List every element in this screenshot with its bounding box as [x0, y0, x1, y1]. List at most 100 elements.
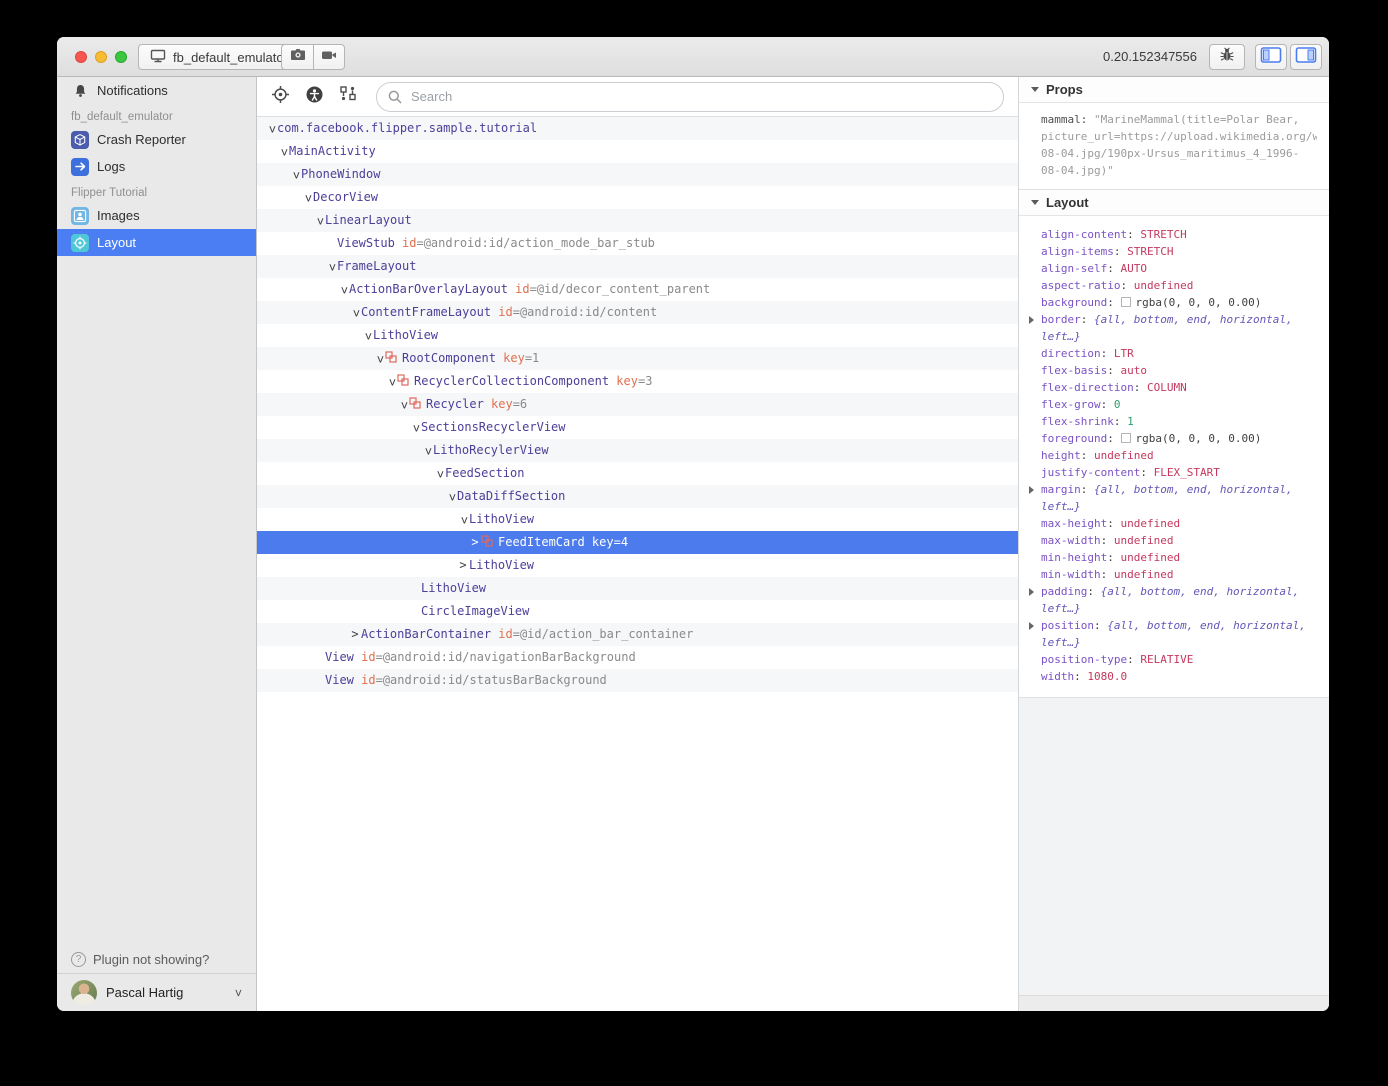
- chevron-expanded-icon[interactable]: >: [356, 330, 379, 342]
- tree-row-datadiffsection[interactable]: >DataDiffSection: [257, 485, 1018, 508]
- tree-row-lithoview[interactable]: LithoView: [257, 577, 1018, 600]
- tree-row-actionbaroverlaylayout[interactable]: >ActionBarOverlayLayout id=@id/decor_con…: [257, 278, 1018, 301]
- layout-prop-width: width: 1080.0: [1041, 668, 1307, 685]
- chevron-expanded-icon[interactable]: >: [260, 123, 283, 135]
- prop-key: padding: [1041, 585, 1087, 598]
- layout-prop-background: background: rgba(0, 0, 0, 0.00): [1041, 294, 1307, 311]
- props-section-header[interactable]: Props: [1019, 77, 1329, 103]
- prop-value: LTR: [1114, 347, 1134, 360]
- layout-prop-border[interactable]: border: {all, bottom, end, horizontal, l…: [1041, 311, 1307, 345]
- tree-row-circleimageview[interactable]: CircleImageView: [257, 600, 1018, 623]
- chevron-collapsed-icon[interactable]: >: [349, 623, 361, 646]
- element-name: ActionBarOverlayLayout: [349, 282, 508, 296]
- layout-prop-margin[interactable]: margin: {all, bottom, end, horizontal, l…: [1041, 481, 1307, 515]
- chevron-expanded-icon[interactable]: >: [440, 491, 463, 503]
- toggle-left-sidebar-button[interactable]: [1255, 44, 1287, 70]
- chevron-expanded-icon[interactable]: >: [404, 422, 427, 434]
- tree-row-contentframelayout[interactable]: >ContentFrameLayout id=@android:id/conte…: [257, 301, 1018, 324]
- color-swatch[interactable]: [1121, 433, 1131, 443]
- prop-key: background: [1041, 296, 1107, 309]
- plugin-help-link[interactable]: ? Plugin not showing?: [57, 945, 256, 973]
- tree-row-lithorecylerview[interactable]: >LithoRecylerView: [257, 439, 1018, 462]
- chevron-expanded-icon[interactable]: >: [296, 192, 319, 204]
- layout-prop-min-width: min-width: undefined: [1041, 566, 1307, 583]
- chevron-expanded-icon[interactable]: >: [308, 215, 331, 227]
- element-name: FeedItemCard: [498, 535, 585, 549]
- tree-row-rootcomponent[interactable]: >RootComponent key=1: [257, 347, 1018, 370]
- bell-icon: [71, 82, 89, 100]
- device-selector[interactable]: fb_default_emulator: [138, 44, 299, 70]
- zoom-button[interactable]: [115, 51, 127, 63]
- panel-right-icon: [1295, 46, 1317, 69]
- element-name: LinearLayout: [325, 213, 412, 227]
- expand-triangle-icon[interactable]: [1029, 316, 1034, 324]
- flipper-window: fb_default_emulator 0.20.152347556: [57, 37, 1329, 1011]
- prop-value: rgba(0, 0, 0, 0.00): [1135, 432, 1261, 445]
- color-swatch[interactable]: [1121, 297, 1131, 307]
- user-menu[interactable]: Pascal Hartig >: [57, 973, 256, 1011]
- tree-row-decorview[interactable]: >DecorView: [257, 186, 1018, 209]
- sidebar-item-layout[interactable]: Layout: [57, 229, 256, 256]
- minimize-button[interactable]: [95, 51, 107, 63]
- tree-mode-button[interactable]: [339, 85, 357, 108]
- tree-row-actionbarcontainer[interactable]: >ActionBarContainer id=@id/action_bar_co…: [257, 623, 1018, 646]
- expand-triangle-icon[interactable]: [1029, 588, 1034, 596]
- bug-report-button[interactable]: [1209, 44, 1245, 70]
- sidebar-item-notifications[interactable]: Notifications: [57, 77, 256, 104]
- expand-triangle-icon[interactable]: [1029, 486, 1034, 494]
- prop-value: 0: [1114, 398, 1121, 411]
- toggle-right-sidebar-button[interactable]: [1290, 44, 1322, 70]
- chevron-expanded-icon[interactable]: >: [368, 353, 391, 365]
- layout-section-header[interactable]: Layout: [1019, 190, 1329, 216]
- chevron-expanded-icon[interactable]: >: [380, 376, 403, 388]
- layout-prop-position[interactable]: position: {all, bottom, end, horizontal,…: [1041, 617, 1307, 651]
- tree-row-recyclercollectioncomponent[interactable]: >RecyclerCollectionComponent key=3: [257, 370, 1018, 393]
- tree-row-sectionsrecyclerview[interactable]: >SectionsRecyclerView: [257, 416, 1018, 439]
- close-button[interactable]: [75, 51, 87, 63]
- prop-key: margin: [1041, 483, 1081, 496]
- element-name: View: [325, 673, 354, 687]
- search-input[interactable]: [376, 82, 1004, 112]
- chevron-expanded-icon[interactable]: >: [284, 169, 307, 181]
- tree-row-view[interactable]: View id=@android:id/navigationBarBackgro…: [257, 646, 1018, 669]
- prop-value-line: 08-04.jpg/190px-Ursus_maritimus_4_1996-: [1041, 145, 1317, 162]
- tree-row-phonewindow[interactable]: >PhoneWindow: [257, 163, 1018, 186]
- chevron-expanded-icon[interactable]: >: [344, 307, 367, 319]
- collapse-triangle-icon: [1031, 87, 1039, 92]
- chevron-expanded-icon[interactable]: >: [416, 445, 439, 457]
- chevron-expanded-icon[interactable]: >: [332, 284, 355, 296]
- screenshot-button[interactable]: [281, 44, 313, 70]
- sidebar-item-logs[interactable]: Logs: [57, 153, 256, 180]
- tree-row-viewstub[interactable]: ViewStub id=@android:id/action_mode_bar_…: [257, 232, 1018, 255]
- tree-row-lithoview[interactable]: >LithoView: [257, 554, 1018, 577]
- sidebar-item-images[interactable]: Images: [57, 202, 256, 229]
- tree-row-lithoview[interactable]: >LithoView: [257, 324, 1018, 347]
- chevron-expanded-icon[interactable]: >: [320, 261, 343, 273]
- element-name: FeedSection: [445, 466, 524, 480]
- chevron-collapsed-icon[interactable]: >: [457, 554, 469, 577]
- tree-row-com-facebook-flipper-sample-tutorial[interactable]: >com.facebook.flipper.sample.tutorial: [257, 117, 1018, 140]
- tree-row-feeditemcard[interactable]: >FeedItemCard key=4: [257, 531, 1018, 554]
- chevron-expanded-icon[interactable]: >: [272, 146, 295, 158]
- tree-row-feedsection[interactable]: >FeedSection: [257, 462, 1018, 485]
- tree-row-recycler[interactable]: >Recycler key=6: [257, 393, 1018, 416]
- accessibility-mode-button[interactable]: [305, 85, 324, 109]
- target-mode-button[interactable]: [271, 85, 290, 109]
- tree-row-lithoview[interactable]: >LithoView: [257, 508, 1018, 531]
- tree-row-mainactivity[interactable]: >MainActivity: [257, 140, 1018, 163]
- layout-prop-padding[interactable]: padding: {all, bottom, end, horizontal, …: [1041, 583, 1307, 617]
- chevron-expanded-icon[interactable]: >: [392, 399, 415, 411]
- layout-prop-max-height: max-height: undefined: [1041, 515, 1307, 532]
- record-button[interactable]: [313, 44, 345, 70]
- tree-row-framelayout[interactable]: >FrameLayout: [257, 255, 1018, 278]
- tree-row-linearlayout[interactable]: >LinearLayout: [257, 209, 1018, 232]
- chevron-collapsed-icon[interactable]: >: [469, 531, 481, 554]
- expand-triangle-icon[interactable]: [1029, 622, 1034, 630]
- chevron-expanded-icon[interactable]: >: [428, 468, 451, 480]
- collapse-triangle-icon: [1031, 200, 1039, 205]
- chevron-expanded-icon[interactable]: >: [452, 514, 475, 526]
- layout-prop-max-width: max-width: undefined: [1041, 532, 1307, 549]
- tree-row-view[interactable]: View id=@android:id/statusBarBackground: [257, 669, 1018, 692]
- sidebar-section-fb-default-emulator: fb_default_emulator: [57, 107, 256, 126]
- sidebar-item-crash-reporter[interactable]: Crash Reporter: [57, 126, 256, 153]
